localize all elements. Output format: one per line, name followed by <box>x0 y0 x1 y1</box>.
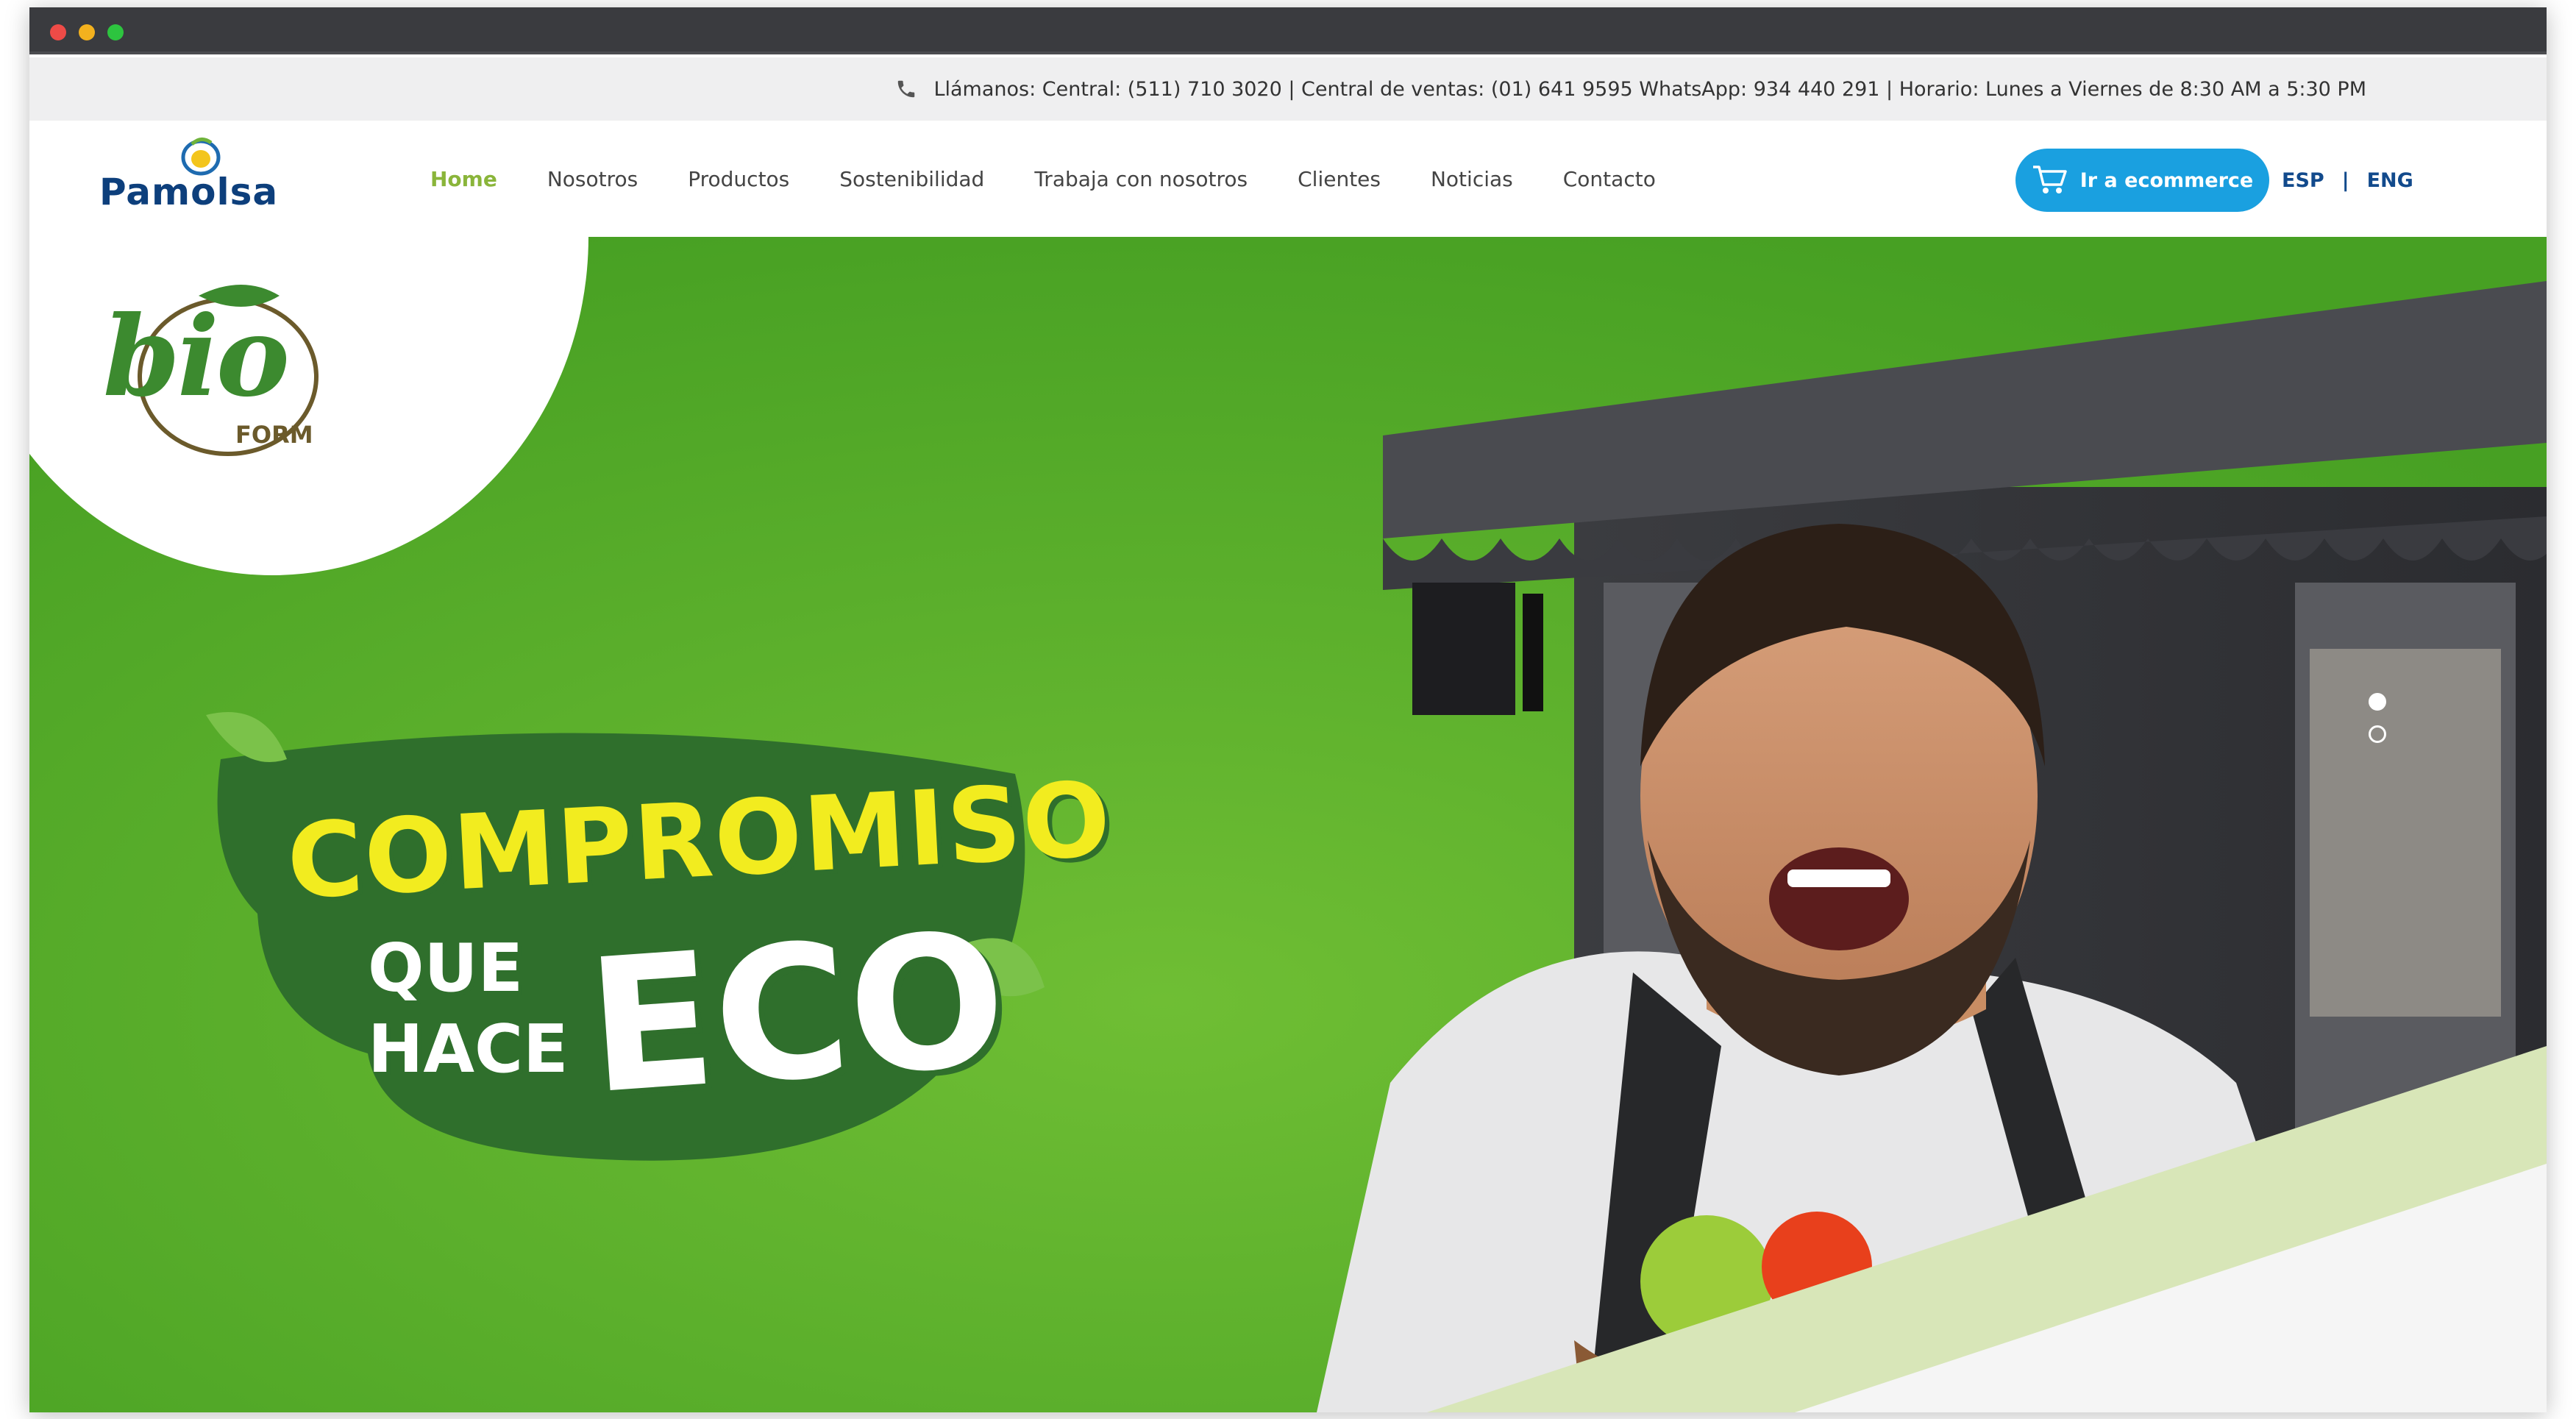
headline-que: QUE <box>368 930 524 1007</box>
cart-icon <box>2032 166 2067 193</box>
ecommerce-label: Ir a ecommerce <box>2079 168 2254 192</box>
phone-icon <box>898 80 915 98</box>
nav-nosotros[interactable]: Nosotros <box>547 167 638 191</box>
slide-dot-2[interactable] <box>2369 725 2386 743</box>
maximize-window-button[interactable] <box>107 24 124 40</box>
headline-eco: ECO <box>581 892 1013 1135</box>
bioform-logo: bio FORM <box>88 266 346 465</box>
slider-pagination <box>2369 693 2386 758</box>
main-navigation: Home Nosotros Productos Sostenibilidad T… <box>430 121 1706 241</box>
pamolsa-logo-icon <box>181 138 221 176</box>
nav-clientes[interactable]: Clientes <box>1298 167 1381 191</box>
close-window-button[interactable] <box>50 24 66 40</box>
ecommerce-button[interactable]: Ir a ecommerce <box>2015 149 2269 212</box>
nav-contacto[interactable]: Contacto <box>1563 167 1656 191</box>
lang-separator: | <box>2341 169 2349 192</box>
language-switcher: ESP | ENG <box>2282 169 2413 192</box>
nav-productos[interactable]: Productos <box>688 167 789 191</box>
bioform-word: bio <box>103 292 290 422</box>
headline-que-hace: QUE HACE <box>368 928 569 1090</box>
headline-hace: HACE <box>368 1011 569 1088</box>
contact-info-bar: Llámanos: Central: (511) 710 3020 | Cent… <box>29 57 2547 121</box>
nav-sostenibilidad[interactable]: Sostenibilidad <box>839 167 984 191</box>
site-header: Pamolsa Home Nosotros Productos Sostenib… <box>29 121 2547 241</box>
pamolsa-logo[interactable]: Pamolsa <box>99 135 313 216</box>
lang-eng[interactable]: ENG <box>2367 169 2413 192</box>
bioform-sub: FORM <box>235 421 313 449</box>
nav-trabaja-con-nosotros[interactable]: Trabaja con nosotros <box>1034 167 1248 191</box>
nav-home[interactable]: Home <box>430 167 497 241</box>
logo-text: Pamolsa <box>99 171 279 213</box>
contact-line: Llámanos: Central: (511) 710 3020 | Cent… <box>933 77 2366 101</box>
nav-noticias[interactable]: Noticias <box>1431 167 1513 191</box>
lang-esp[interactable]: ESP <box>2282 169 2324 192</box>
minimize-window-button[interactable] <box>79 24 95 40</box>
title-bar <box>29 7 2547 54</box>
browser-window: Llámanos: Central: (511) 710 3020 | Cent… <box>29 7 2547 1412</box>
campaign-headline: COMPROMISO QUE HACE ECO <box>177 671 1114 1201</box>
slide-dot-1[interactable] <box>2369 693 2386 711</box>
hero-slider: bio FORM COMPROMISO QUE HACE ECO <box>29 237 2547 1412</box>
